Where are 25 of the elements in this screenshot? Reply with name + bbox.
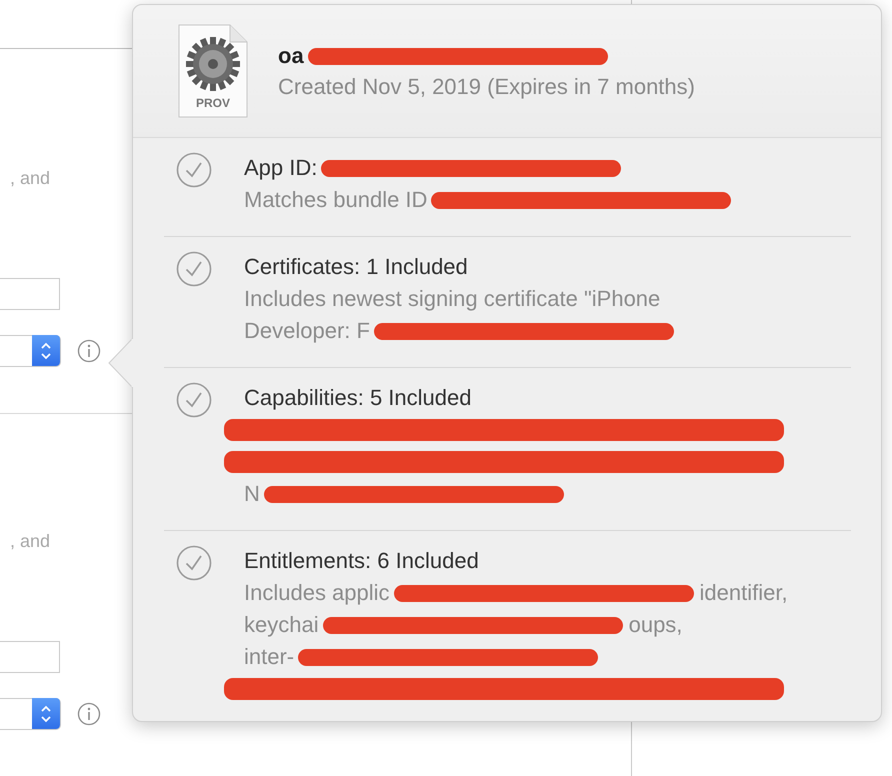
section-title: Certificates: 1 Included xyxy=(244,253,468,281)
section-detail: Matches bundle ID xyxy=(244,186,428,214)
section-title: App ID: xyxy=(244,154,318,182)
description-text: , and xyxy=(9,530,52,553)
description-text: , and xyxy=(9,167,52,190)
document-icon xyxy=(178,24,248,118)
profile-date: Created Nov 5, 2019 (Expires in 7 months) xyxy=(278,73,695,101)
text-field[interactable] xyxy=(0,278,60,310)
section-detail: Includes applic xyxy=(244,579,390,607)
text-field[interactable] xyxy=(0,641,60,673)
popup-button[interactable] xyxy=(0,335,61,367)
section-title: Capabilities: 5 Included xyxy=(244,384,472,412)
section-detail: identifier, xyxy=(700,579,788,607)
section-detail: N xyxy=(244,480,260,508)
popup-button[interactable] xyxy=(0,698,61,730)
profile-name: oa xyxy=(278,42,304,70)
section-detail: inter- xyxy=(244,643,294,671)
info-icon[interactable] xyxy=(77,702,101,726)
info-icon[interactable] xyxy=(77,339,101,363)
section-detail: Developer: F xyxy=(244,317,370,345)
file-type-label: PROV xyxy=(194,96,231,110)
section-detail: keychai xyxy=(244,611,319,639)
section-title: Entitlements: 6 Included xyxy=(244,547,479,575)
section-detail: Includes newest signing certificate "iPhone xyxy=(244,285,660,313)
section-detail: oups, xyxy=(628,611,682,639)
